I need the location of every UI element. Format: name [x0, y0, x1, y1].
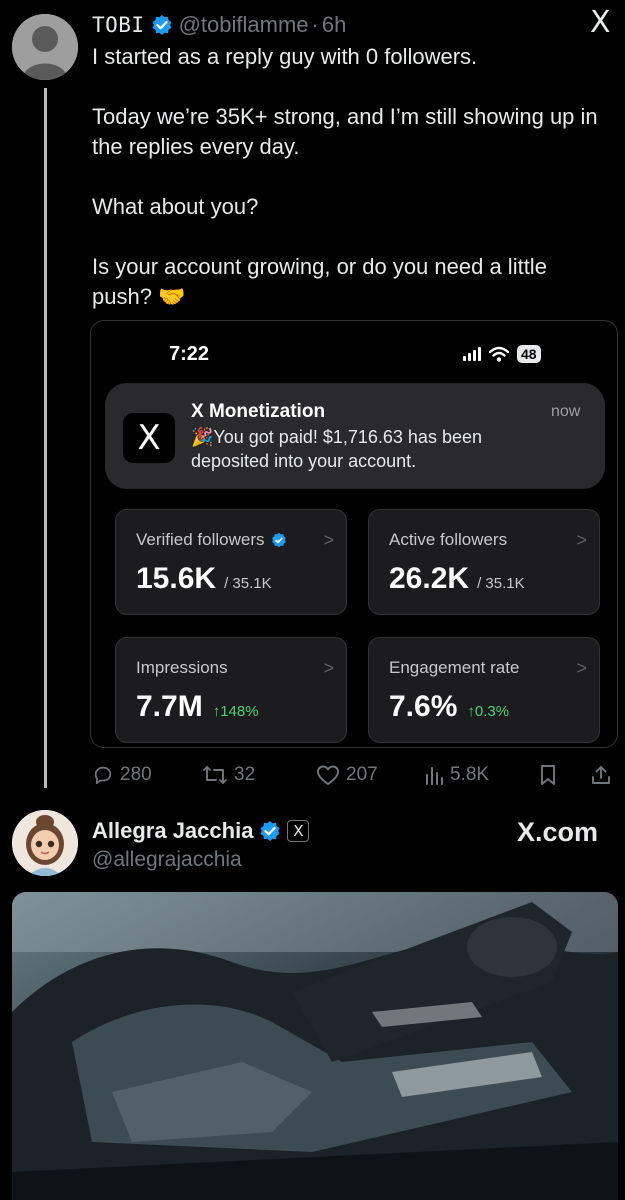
views-icon [426, 767, 443, 785]
chevron-right-icon: > [323, 530, 334, 550]
stat-engagement-rate: Engagement rate > 7.6% ↑0.3% [368, 637, 600, 743]
share-icon [592, 766, 610, 784]
tweet1-media-card[interactable]: 7:22 48 X X Monetization now 🎉You got pa… [90, 320, 618, 748]
stat-label: Engagement rate [389, 658, 520, 677]
stat-value: 7.6% ↑0.3% [389, 690, 509, 724]
verified-badge-icon [271, 532, 286, 548]
stat-value-text: 15.6K [136, 562, 217, 595]
repost-button[interactable]: 32 [202, 764, 316, 786]
reply-button[interactable]: 280 [92, 764, 202, 786]
notification-text: 🎉You got paid! $1,716.63 has been deposi… [191, 427, 482, 471]
tweet1-handle[interactable]: @tobiflamme [179, 12, 309, 38]
tweet1-action-bar: 280 32 207 5.8K [92, 762, 617, 788]
tweet1-paragraph: What about you? [92, 194, 259, 219]
x-logo-icon[interactable]: X [590, 8, 618, 38]
tweet1-timestamp[interactable]: 6h [322, 12, 346, 38]
repost-count: 32 [234, 764, 256, 785]
stat-active-followers: Active followers > 26.2K / 35.1K [368, 509, 600, 615]
battery-icon: 48 [517, 345, 541, 363]
video-still-image [12, 892, 618, 1200]
reply-count: 280 [120, 764, 152, 785]
stat-total: / 35.1K [477, 575, 525, 592]
chevron-right-icon: > [576, 658, 587, 678]
avatar[interactable] [12, 14, 78, 80]
notification-banner: X X Monetization now 🎉You got paid! $1,7… [105, 383, 605, 489]
views-count: 5.8K [450, 764, 490, 785]
notification-time: now [551, 403, 581, 420]
status-bar-time: 7:22 [169, 343, 210, 365]
stat-label-text: Verified followers [136, 530, 265, 549]
separator-dot: · [311, 12, 319, 37]
bookmark-icon [541, 765, 555, 785]
share-button[interactable] [590, 764, 612, 786]
stat-value: 26.2K / 35.1K [389, 562, 525, 596]
stat-verified-followers: Verified followers > 15.6K / 35.1K [115, 509, 347, 615]
x-com-brand[interactable]: X.com [517, 817, 598, 848]
stat-label: Active followers [389, 530, 508, 549]
like-button[interactable]: 207 [316, 764, 424, 786]
stat-value-text: 7.7M [136, 690, 203, 723]
stat-change: ↑0.3% [467, 703, 510, 720]
stat-value-text: 26.2K [389, 562, 470, 595]
tweet1-paragraph: Today we’re 35K+ strong, and I’m still s… [92, 104, 598, 159]
signal-icon [463, 347, 481, 361]
x-app-icon: X [123, 413, 175, 463]
chevron-right-icon: > [323, 658, 334, 678]
status-bar-icons: 48 [463, 345, 541, 363]
tweet1-header: TOBI @tobiflamme · 6h [92, 12, 346, 38]
stat-impressions: Impressions > 7.7M ↑148% [115, 637, 347, 743]
tweet1-text: I started as a reply guy with 0 follower… [92, 42, 612, 312]
stat-label: Verified followers [136, 530, 287, 550]
tweet1-author-name[interactable]: TOBI [92, 13, 145, 37]
repost-icon [203, 766, 227, 784]
tweet2-author: Allegra Jacchia X [92, 818, 310, 844]
views-button[interactable]: 5.8K [424, 764, 538, 786]
reply-icon [94, 766, 112, 785]
tweet2-author-name[interactable]: Allegra Jacchia [92, 818, 253, 844]
tweet1-paragraph: Is your account growing, or do you need … [92, 254, 547, 309]
stat-value: 15.6K / 35.1K [136, 562, 272, 596]
heart-icon [317, 765, 339, 785]
stat-value-text: 7.6% [389, 690, 458, 723]
verified-badge-icon [260, 821, 280, 841]
stat-change: ↑148% [212, 703, 259, 720]
thread-line [44, 88, 47, 788]
wifi-icon [489, 346, 509, 362]
avatar[interactable] [12, 810, 78, 876]
like-count: 207 [346, 764, 378, 785]
tweet1-paragraph: I started as a reply guy with 0 follower… [92, 44, 478, 69]
stat-total: / 35.1K [224, 575, 272, 592]
tweet2-media-image[interactable] [12, 892, 618, 1200]
verified-badge-icon [152, 15, 172, 35]
notification-title: X Monetization [191, 401, 326, 422]
stat-value: 7.7M ↑148% [136, 690, 259, 724]
tweet2-handle[interactable]: @allegrajacchia [92, 848, 242, 872]
chevron-right-icon: > [576, 530, 587, 550]
bookmark-button[interactable] [538, 764, 590, 786]
stat-label: Impressions [136, 658, 228, 677]
x-affiliate-badge-icon: X [287, 820, 310, 842]
